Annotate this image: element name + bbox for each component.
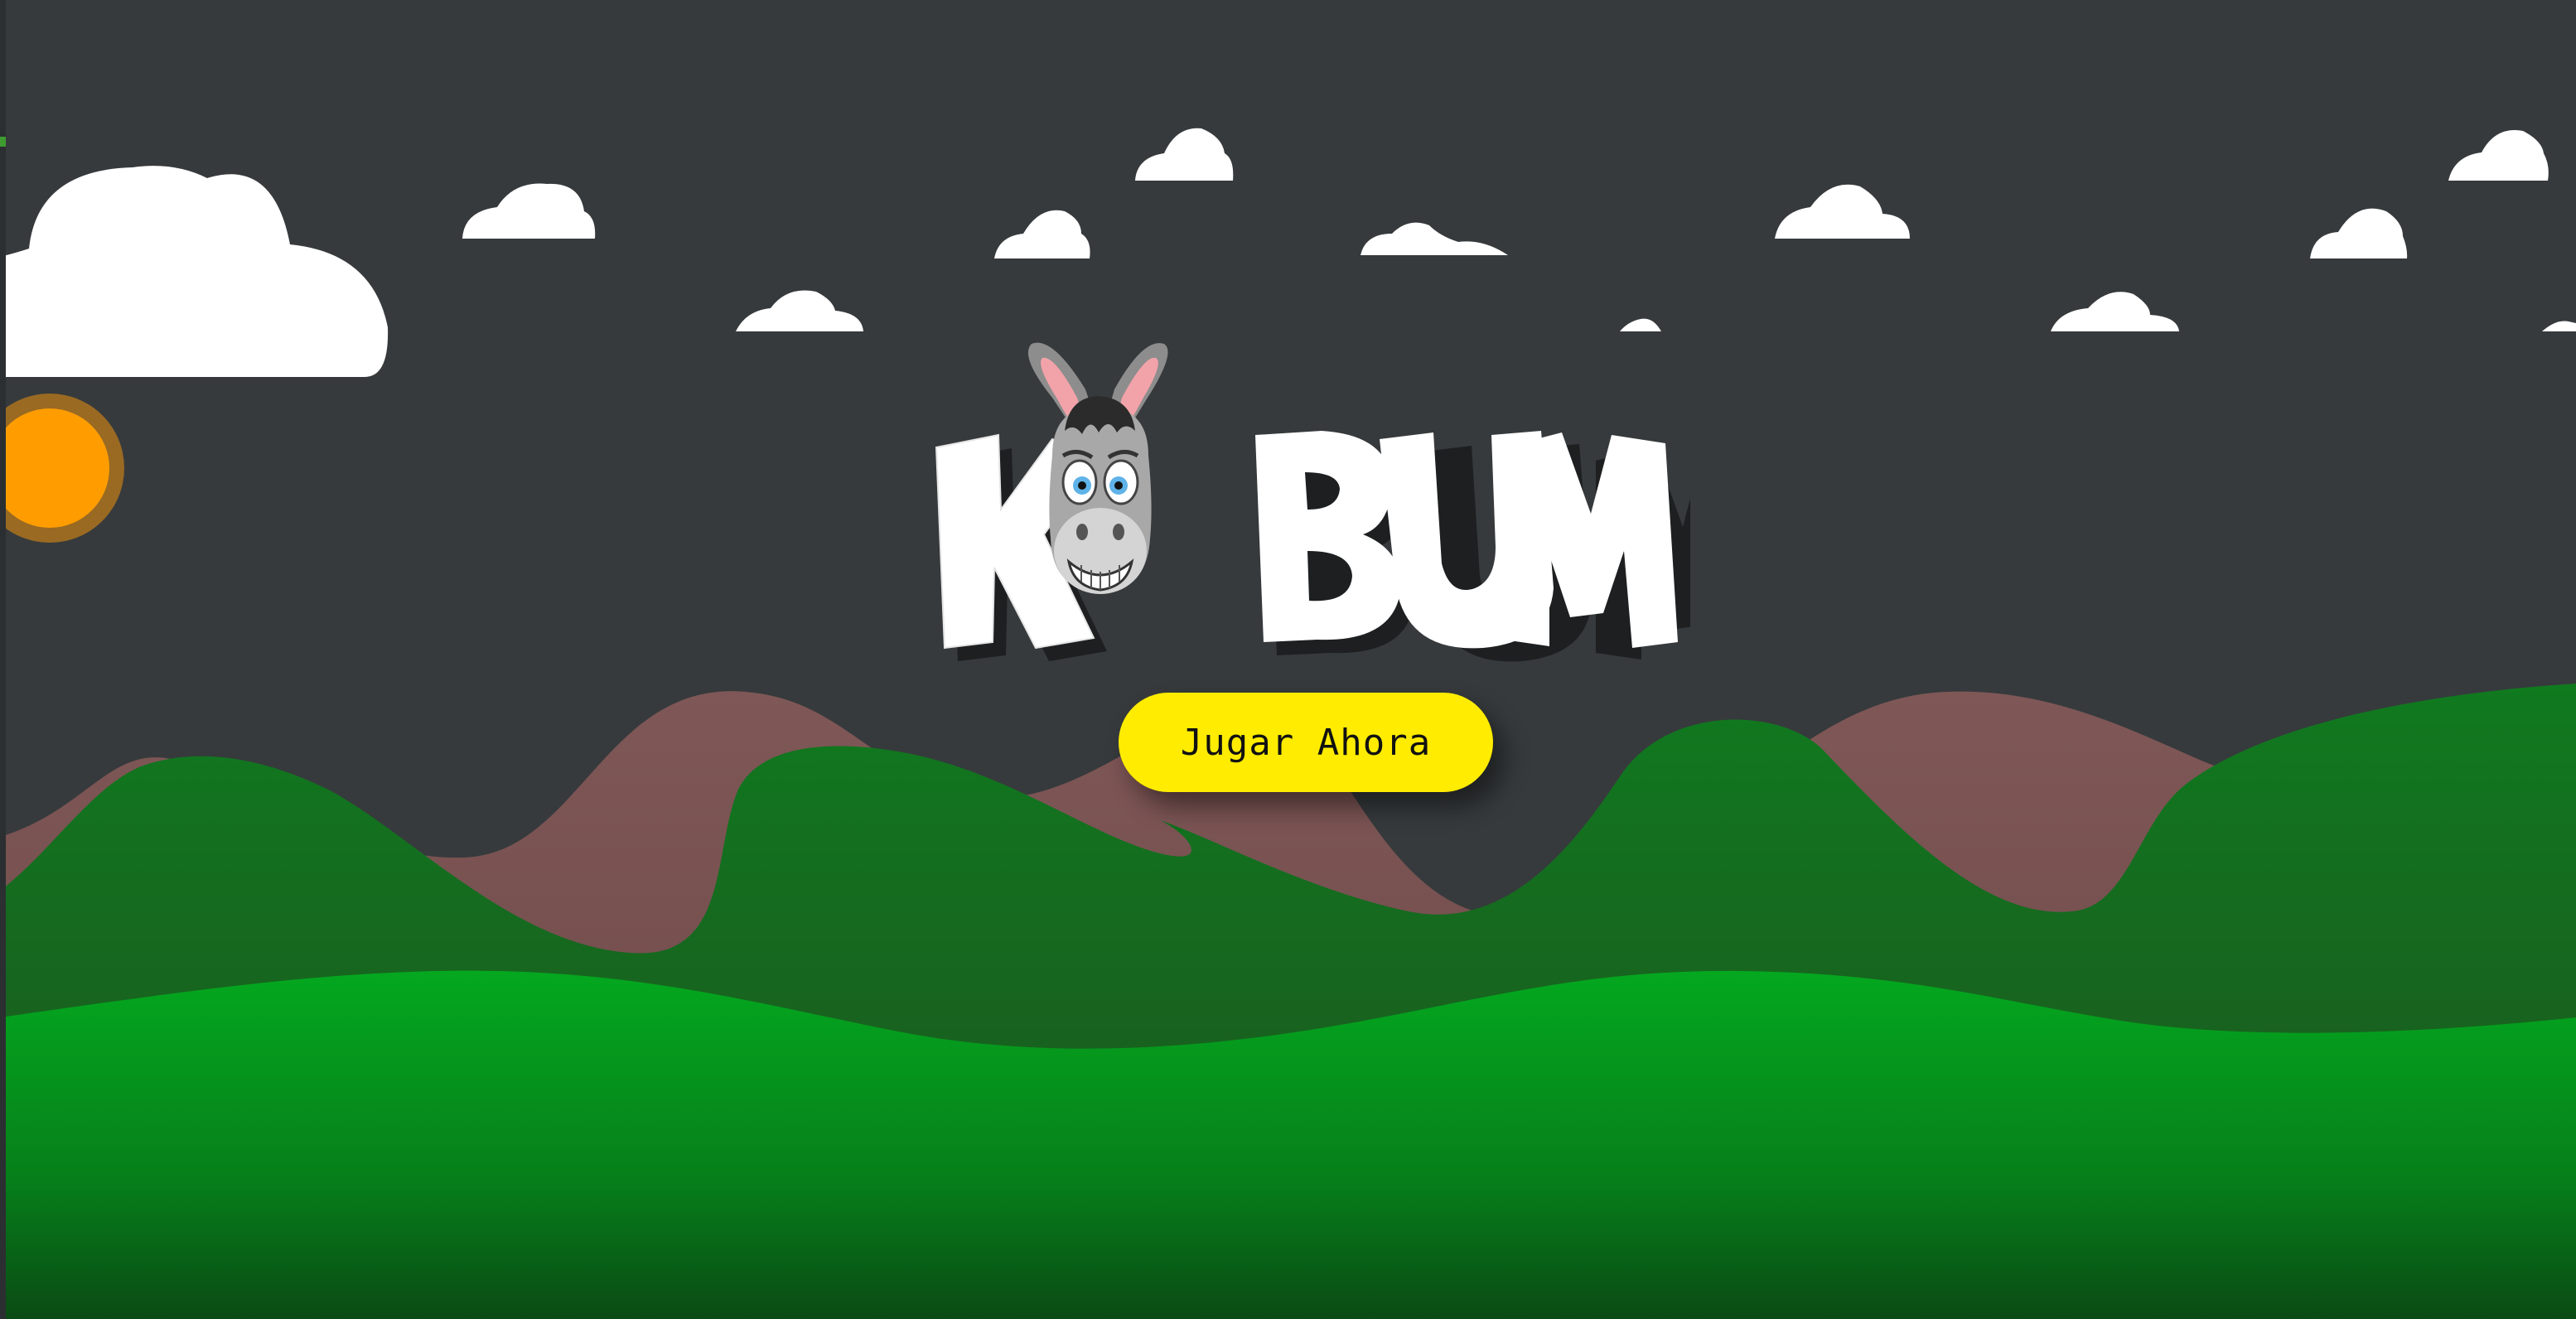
play-now-button[interactable]: Jugar Ahora xyxy=(1119,693,1493,792)
cloud-icon xyxy=(2542,321,2576,331)
cloud-icon xyxy=(2051,292,2179,331)
game-logo: KABUM xyxy=(928,340,1690,663)
cloud-icon xyxy=(0,166,389,377)
left-edge-strip xyxy=(0,0,6,1319)
cloud-icon xyxy=(736,290,863,331)
game-logo-artwork xyxy=(935,342,1690,662)
sun-icon xyxy=(0,394,124,543)
cloud-icon xyxy=(994,210,1090,258)
cloud-icon xyxy=(1620,318,1661,331)
cloud-icon xyxy=(462,183,596,239)
left-edge-accent xyxy=(0,137,6,147)
logo-letter xyxy=(1504,432,1678,648)
cloud-icon xyxy=(2448,130,2549,181)
game-scene: KABUM xyxy=(0,0,2576,1319)
cloud-icon xyxy=(1775,184,1910,239)
cloud-icon xyxy=(1360,222,1508,255)
cloud-icon xyxy=(2310,208,2408,258)
cloud-icon xyxy=(1135,128,1234,181)
